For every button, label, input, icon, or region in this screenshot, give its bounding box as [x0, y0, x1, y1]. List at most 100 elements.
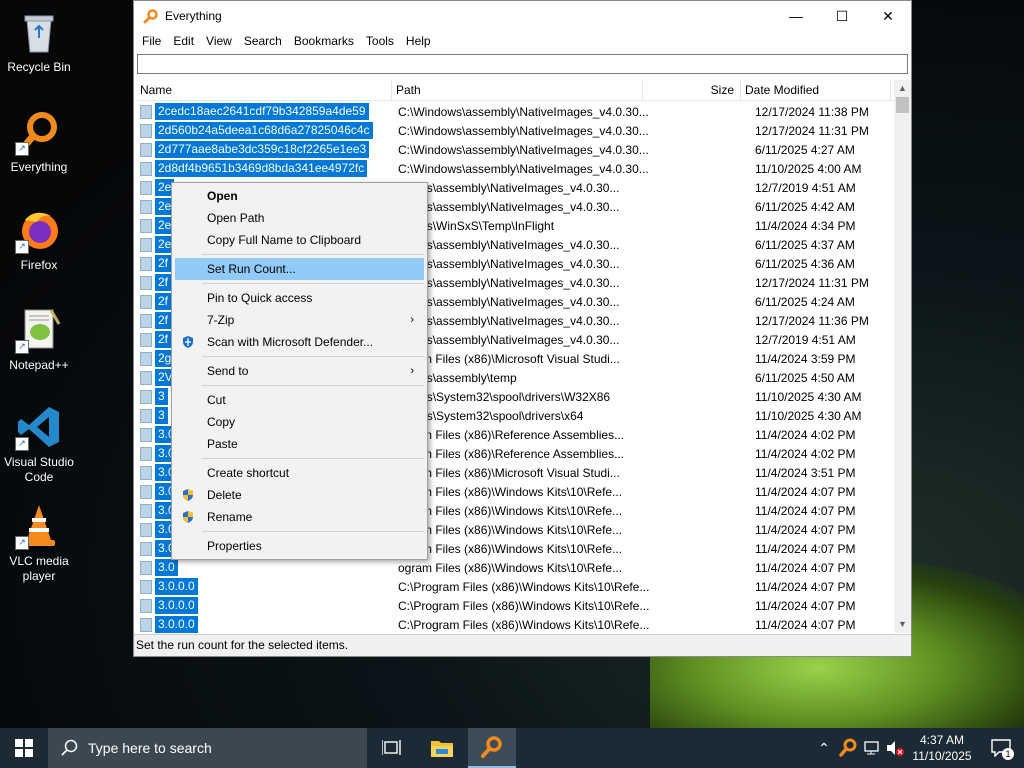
column-date-modified[interactable]: Date Modified — [741, 80, 891, 100]
desktop-icon-firefox[interactable]: ↗ Firefox — [0, 206, 78, 273]
desktop-icon-everything[interactable]: ↗ Everything — [0, 108, 78, 175]
menu-bookmarks[interactable]: Bookmarks — [288, 34, 360, 48]
desktop-icon-recycle-bin[interactable]: Recycle Bin — [0, 8, 78, 75]
vertical-scrollbar[interactable]: ▲ ▼ — [894, 80, 911, 633]
cell-path: ogram Files (x86)\Microsoft Visual Studi… — [398, 465, 620, 480]
file-name: 3.0.0.0 — [155, 616, 198, 633]
ctx-set-run-count[interactable]: Set Run Count... — [175, 258, 424, 280]
action-center-button[interactable]: 1 — [978, 728, 1024, 768]
cell-path: ndows\assembly\temp — [398, 370, 517, 385]
cell-date-modified: 11/10/2025 4:00 AM — [755, 161, 862, 176]
taskbar-search-box[interactable]: Type here to search — [48, 728, 367, 768]
scroll-thumb[interactable] — [896, 97, 909, 113]
menu-edit[interactable]: Edit — [167, 34, 200, 48]
uac-shield-icon — [183, 489, 193, 501]
volume-muted-icon[interactable] — [884, 738, 906, 758]
file-name: 2f — [155, 274, 172, 291]
cell-path: C:\Program Files (x86)\Windows Kits\10\R… — [398, 579, 650, 594]
taskbar-search-placeholder: Type here to search — [88, 740, 212, 756]
table-row[interactable]: 3.0.0.0 C:\Program Files (x86)\Windows Ki… — [136, 615, 893, 633]
menu-view[interactable]: View — [200, 34, 238, 48]
ctx-rename[interactable]: Rename — [175, 506, 424, 528]
cell-path: ogram Files (x86)\Windows Kits\10\Refe..… — [398, 484, 623, 499]
taskbar-everything[interactable] — [468, 728, 516, 768]
clock-time: 4:37 AM — [919, 733, 965, 747]
file-name: 3.0.0.0 — [155, 578, 198, 595]
search-input[interactable] — [137, 54, 908, 74]
submenu-arrow-icon: › — [410, 365, 414, 377]
ctx-create-shortcut[interactable]: Create shortcut — [175, 462, 424, 484]
ctx-delete[interactable]: Delete — [175, 484, 424, 506]
ctx-scan-defender[interactable]: Scan with Microsoft Defender... — [175, 331, 424, 353]
ctx-7zip[interactable]: 7-Zip › — [175, 309, 424, 331]
scroll-up-icon[interactable]: ▲ — [894, 80, 911, 97]
network-icon[interactable] — [862, 738, 882, 758]
table-row[interactable]: 2d777aae8abe3dc359c18cf2265e1ee3 C:\Windo… — [136, 140, 893, 159]
cell-path: ogram Files (x86)\Microsoft Visual Studi… — [398, 351, 620, 366]
cell-date-modified: 11/10/2025 4:30 AM — [755, 389, 862, 404]
folder-icon — [140, 161, 152, 176]
menu-tools[interactable]: Tools — [360, 34, 400, 48]
close-button[interactable]: ✕ — [865, 1, 911, 31]
folder-icon — [140, 598, 152, 613]
ctx-paste[interactable]: Paste — [175, 433, 424, 455]
table-row[interactable]: 2d560b24a5deea1c68d6a27825046c4c C:\Windo… — [136, 121, 893, 140]
clock[interactable]: 4:37 AM 11/10/2025 — [906, 732, 978, 764]
title-bar[interactable]: Everything — ☐ ✕ — [134, 1, 911, 31]
column-size[interactable]: Size — [643, 80, 741, 100]
ctx-label: Send to — [207, 364, 249, 378]
start-button[interactable] — [0, 728, 48, 768]
folder-icon — [140, 370, 152, 385]
table-row[interactable]: 2cedc18aec2641cdf79b342859a4de59 C:\Windo… — [136, 102, 893, 121]
ctx-open[interactable]: Open — [175, 185, 424, 207]
file-name: 3 — [155, 388, 168, 405]
show-hidden-icons-chevron-icon[interactable]: ⌃ — [812, 740, 836, 757]
folder-icon — [140, 237, 152, 252]
table-row[interactable]: 3.0 ogram Files (x86)\Windows Kits\10\Ref… — [136, 558, 893, 577]
ctx-open-path[interactable]: Open Path — [175, 207, 424, 229]
ctx-properties[interactable]: Properties — [175, 535, 424, 557]
cell-date-modified: 11/4/2024 4:07 PM — [755, 579, 856, 594]
ctx-send-to[interactable]: Send to › — [175, 360, 424, 382]
menu-file[interactable]: File — [136, 34, 167, 48]
table-row[interactable]: 2d8df4b9651b3469d8bda341ee4972fc C:\Windo… — [136, 159, 893, 178]
cell-name: 2d777aae8abe3dc359c18cf2265e1ee3 — [136, 141, 392, 158]
cell-path: C:\Windows\assembly\NativeImages_v4.0.30… — [398, 123, 649, 138]
ctx-pin-quick-access[interactable]: Pin to Quick access — [175, 287, 424, 309]
shortcut-arrow-icon: ↗ — [15, 240, 29, 254]
ctx-cut[interactable]: Cut — [175, 389, 424, 411]
taskbar-file-explorer[interactable] — [418, 728, 466, 768]
vscode-icon: ↗ — [15, 403, 63, 451]
cell-date-modified: 11/4/2024 3:59 PM — [755, 351, 856, 366]
menu-help[interactable]: Help — [400, 34, 437, 48]
everything-tray-icon[interactable] — [838, 738, 858, 758]
menu-search[interactable]: Search — [238, 34, 288, 48]
cell-date-modified: 11/4/2024 4:07 PM — [755, 598, 856, 613]
cell-date-modified: 6/11/2025 4:27 AM — [755, 142, 855, 157]
ctx-copy-full-name[interactable]: Copy Full Name to Clipboard — [175, 229, 424, 251]
task-view-button[interactable] — [368, 728, 416, 768]
folder-icon — [140, 275, 152, 290]
cell-date-modified: 12/17/2024 11:36 PM — [755, 313, 869, 328]
folder-icon — [140, 503, 152, 518]
ctx-label: Scan with Microsoft Defender... — [207, 335, 374, 349]
minimize-button[interactable]: — — [773, 1, 819, 31]
desktop-icon-notepad-plus-plus[interactable]: ↗ Notepad++ — [0, 306, 78, 373]
menu-separator — [202, 356, 424, 357]
ctx-label: Properties — [207, 539, 262, 553]
column-name[interactable]: Name — [136, 80, 392, 100]
menu-separator — [202, 458, 424, 459]
ctx-copy[interactable]: Copy — [175, 411, 424, 433]
table-row[interactable]: 3.0.0.0 C:\Program Files (x86)\Windows Ki… — [136, 596, 893, 615]
desktop-icon-label: Firefox — [20, 258, 58, 272]
table-row[interactable]: 3.0.0.0 C:\Program Files (x86)\Windows Ki… — [136, 577, 893, 596]
maximize-button[interactable]: ☐ — [819, 1, 865, 31]
desktop-icon-vscode[interactable]: ↗ Visual Studio Code — [0, 403, 78, 485]
column-path[interactable]: Path — [392, 80, 643, 100]
desktop-icon-vlc[interactable]: ↗ VLC media player — [0, 502, 78, 584]
menu-separator — [202, 254, 424, 255]
desktop-icon-label-line2: Code — [24, 470, 54, 484]
scroll-down-icon[interactable]: ▼ — [894, 616, 911, 633]
folder-icon — [140, 142, 152, 157]
cell-path: ndows\System32\spool\drivers\W32X86 — [398, 389, 611, 404]
